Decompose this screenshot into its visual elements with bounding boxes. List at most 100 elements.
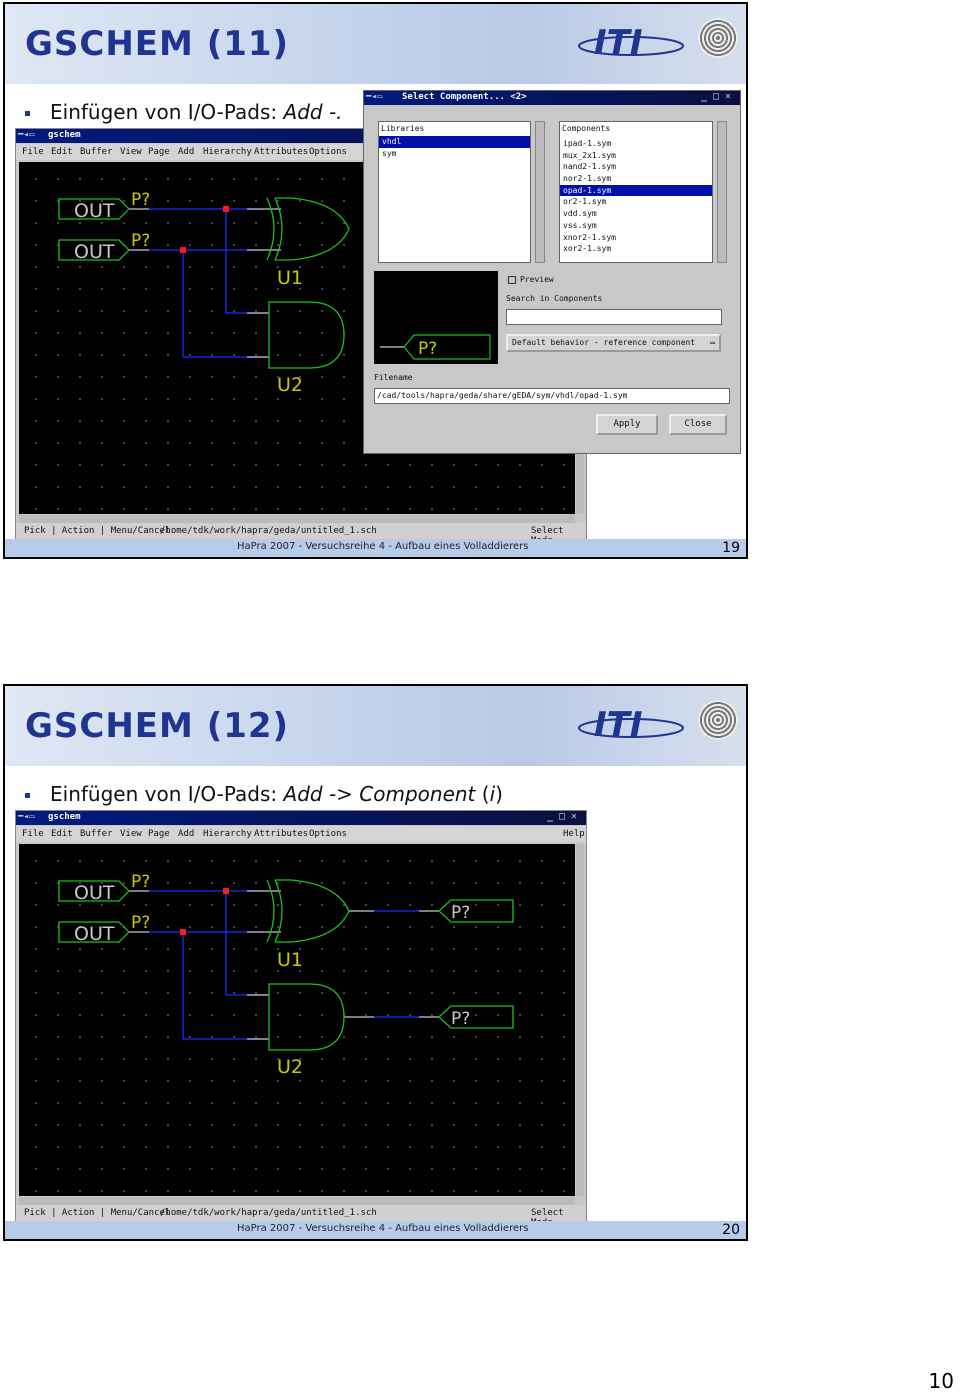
preview-checkbox[interactable]: Preview [508, 275, 554, 284]
bullet-square-icon [25, 111, 30, 116]
slide-footer: HaPra 2007 - Versuchsreihe 4 - Aufbau ei… [5, 539, 746, 557]
menubar: File Edit Buffer View Page Add Hierarchy… [16, 826, 586, 842]
window-controls[interactable]: _□✕ [547, 811, 583, 822]
libraries-list[interactable]: vhdl sym [379, 136, 530, 262]
gate-u2-label: U2 [277, 1056, 303, 1078]
xor-gate-u1[interactable] [266, 197, 350, 261]
menu-file[interactable]: File [22, 147, 44, 157]
component-item[interactable]: or2-1.sym [560, 196, 712, 208]
schematic-drawing: OUT OUT P? P? P? P? U1 U2 [58, 872, 514, 1078]
component-preview: P? [374, 271, 498, 364]
window-menu-icon[interactable]: ━◂▭ [18, 130, 34, 140]
libraries-scrollbar[interactable] [535, 121, 545, 263]
library-item-vhdl[interactable]: vhdl [379, 136, 530, 148]
menu-edit[interactable]: Edit [51, 147, 73, 157]
university-seal-icon [698, 18, 738, 58]
slide-header: GSCHEM (12) ITI [5, 686, 746, 766]
gate-u1-label: U1 [277, 267, 303, 289]
window-titlebar: ━◂▭ gschem _□✕ [16, 811, 586, 825]
apply-button[interactable]: Apply [596, 414, 658, 435]
bullet-text: Einfügen von I/O-Pads: Add -. [25, 100, 343, 124]
component-item[interactable]: xor2-1.sym [560, 243, 712, 255]
dialog-menu-icon[interactable]: ━◂▭ [366, 92, 382, 102]
junction-dot [180, 247, 186, 253]
checkbox-icon[interactable] [508, 275, 516, 284]
out-pad-label: OUT [74, 923, 115, 945]
svg-text:ITI: ITI [594, 705, 643, 745]
menu-buffer[interactable]: Buffer [80, 147, 113, 157]
window-controls[interactable]: _□✕ [701, 91, 737, 102]
dropdown-indicator-icon: ▭ [710, 338, 715, 347]
menu-edit[interactable]: Edit [51, 829, 73, 839]
footer-text: HaPra 2007 - Versuchsreihe 4 - Aufbau ei… [237, 541, 529, 552]
gate-u1-label: U1 [277, 949, 303, 971]
components-label: Components [562, 124, 611, 133]
and-gate-u2[interactable] [268, 983, 345, 1051]
component-item[interactable]: mux_2x1.sym [560, 150, 712, 162]
filename-field[interactable]: /cad/tools/hapra/geda/share/gEDA/sym/vhd… [374, 388, 730, 404]
library-item-sym[interactable]: sym [379, 148, 530, 160]
component-item[interactable]: vdd.sym [560, 208, 712, 220]
window-menu-icon[interactable]: ━◂▭ [18, 812, 34, 822]
component-item-selected[interactable]: opad-1.sym [560, 184, 712, 197]
search-input[interactable] [506, 309, 722, 325]
out-pad-label: OUT [74, 241, 115, 263]
menu-page[interactable]: Page [148, 829, 170, 839]
libraries-panel: Libraries vhdl sym [378, 121, 531, 263]
menu-options[interactable]: Options [309, 829, 347, 839]
footer-text: HaPra 2007 - Versuchsreihe 4 - Aufbau ei… [237, 1223, 529, 1234]
components-scrollbar[interactable] [717, 121, 727, 263]
component-item[interactable]: nand2-1.sym [560, 161, 712, 173]
opad-label: P? [451, 903, 470, 923]
menu-page[interactable]: Page [148, 147, 170, 157]
university-seal-icon [698, 700, 738, 740]
preview-opad-symbol [403, 334, 491, 360]
and-gate-u2[interactable] [268, 301, 345, 369]
menu-hierarchy[interactable]: Hierarchy [203, 829, 252, 839]
menu-file[interactable]: File [22, 829, 44, 839]
junction-dot [223, 206, 229, 212]
pad-refdes: P? [131, 872, 150, 892]
component-item[interactable]: xnor2-1.sym [560, 232, 712, 244]
opad-label: P? [451, 1009, 470, 1029]
component-item[interactable]: nor2-1.sym [560, 173, 712, 185]
slide-page-number: 19 [722, 540, 740, 556]
bullet-square-icon [25, 793, 30, 798]
slide-header: GSCHEM (11) ITI [5, 4, 746, 84]
status-mouse-hints: Pick | Action | Menu/Cancel [24, 1208, 171, 1218]
components-panel: Components ipad-1.sym mux_2x1.sym nand2-… [559, 121, 713, 263]
horizontal-scrollbar[interactable] [19, 515, 575, 523]
menu-help[interactable]: Help [563, 829, 585, 839]
component-item[interactable]: ipad-1.sym [560, 138, 712, 150]
menu-view[interactable]: View [120, 147, 142, 157]
junction-dot [223, 888, 229, 894]
slide-20: GSCHEM (12) ITI Einfügen von I/O-Pads: A… [3, 684, 748, 1241]
component-item[interactable]: vss.sym [560, 220, 712, 232]
libraries-label: Libraries [381, 124, 425, 133]
window-title: gschem [48, 812, 81, 822]
menu-attributes[interactable]: Attributes [254, 147, 308, 157]
menu-buffer[interactable]: Buffer [80, 829, 113, 839]
menu-add[interactable]: Add [178, 147, 194, 157]
junction-dot [180, 929, 186, 935]
horizontal-scrollbar[interactable] [19, 1197, 575, 1205]
close-button[interactable]: Close [669, 414, 727, 435]
menu-attributes[interactable]: Attributes [254, 829, 308, 839]
behavior-dropdown[interactable]: Default behavior - reference component ▭ [506, 334, 721, 352]
xor-gate-u1[interactable] [266, 879, 350, 943]
statusbar: Pick | Action | Menu/Cancel /home/tdk/wo… [16, 523, 586, 546]
dialog-titlebar: ━◂▭ Select Component... <2> _□✕ [364, 91, 740, 105]
slide-page-number: 20 [722, 1222, 740, 1238]
out-pad-label: OUT [74, 200, 115, 222]
menu-hierarchy[interactable]: Hierarchy [203, 147, 252, 157]
bullet-text: Einfügen von I/O-Pads: Add -> Component … [25, 782, 503, 806]
components-list[interactable]: ipad-1.sym mux_2x1.sym nand2-1.sym nor2-… [560, 138, 712, 262]
vertical-scrollbar[interactable] [576, 844, 584, 1196]
filename-label: Filename [374, 373, 413, 382]
search-label: Search in Components [506, 294, 603, 303]
schematic-canvas[interactable]: OUT OUT P? P? P? P? U1 U2 [19, 844, 575, 1196]
menu-add[interactable]: Add [178, 829, 194, 839]
menu-options[interactable]: Options [309, 147, 347, 157]
menu-view[interactable]: View [120, 829, 142, 839]
slide-title: GSCHEM (11) [25, 24, 290, 64]
